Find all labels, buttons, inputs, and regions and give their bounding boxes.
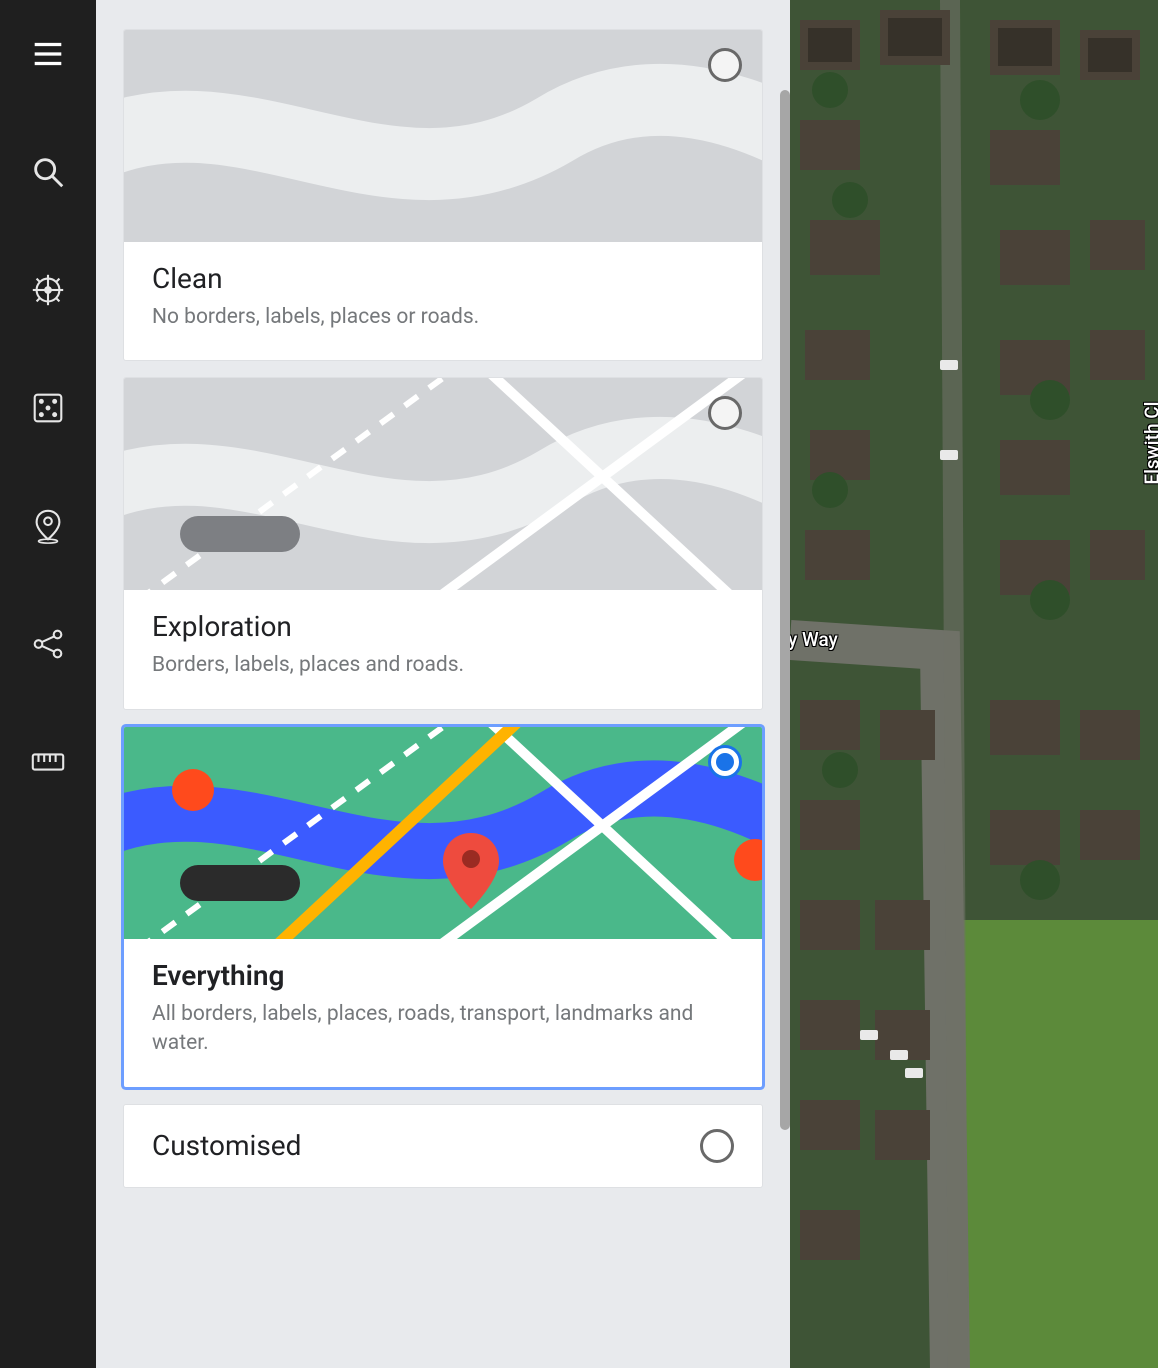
style-title: Everything [152,959,734,992]
style-title: Clean [152,262,734,295]
style-radio-everything[interactable] [708,745,742,779]
style-preview-exploration [124,378,762,590]
style-description: Borders, labels, places and roads. [152,651,734,680]
preview-label-pill [180,516,300,552]
share-icon[interactable] [28,624,68,664]
street-label-way: y Way [790,628,838,651]
style-card-body: Clean No borders, labels, places or road… [124,242,762,360]
style-card-exploration[interactable]: Exploration Borders, labels, places and … [124,378,762,708]
ruler-icon[interactable] [28,742,68,782]
style-card-customised[interactable]: Customised [124,1105,762,1187]
street-label-elswith: Elswith Cl [1141,402,1158,485]
wheel-icon[interactable] [28,270,68,310]
side-nav [0,0,96,1368]
location-pin-icon[interactable] [28,506,68,546]
preview-dot [172,769,214,811]
style-card-body: Customised [124,1105,762,1187]
satellite-map[interactable]: Elswith Cl y Way [790,0,1158,1368]
style-radio-customised[interactable] [700,1129,734,1163]
style-card-body: Exploration Borders, labels, places and … [124,590,762,708]
map-style-panel: Clean No borders, labels, places or road… [96,0,790,1368]
style-title: Exploration [152,610,734,643]
menu-icon[interactable] [28,34,68,74]
style-title: Customised [152,1129,301,1162]
style-description: No borders, labels, places or roads. [152,303,734,332]
style-preview-everything [124,727,762,939]
style-preview-clean [124,30,762,242]
style-card-clean[interactable]: Clean No borders, labels, places or road… [124,30,762,360]
style-card-everything[interactable]: Everything All borders, labels, places, … [124,727,762,1087]
style-radio-clean[interactable] [708,48,742,82]
scrollbar-thumb[interactable] [780,90,790,1130]
style-card-body: Everything All borders, labels, places, … [124,939,762,1087]
preview-label-pill [180,865,300,901]
search-icon[interactable] [28,152,68,192]
dice-icon[interactable] [28,388,68,428]
style-description: All borders, labels, places, roads, tran… [152,1000,734,1059]
